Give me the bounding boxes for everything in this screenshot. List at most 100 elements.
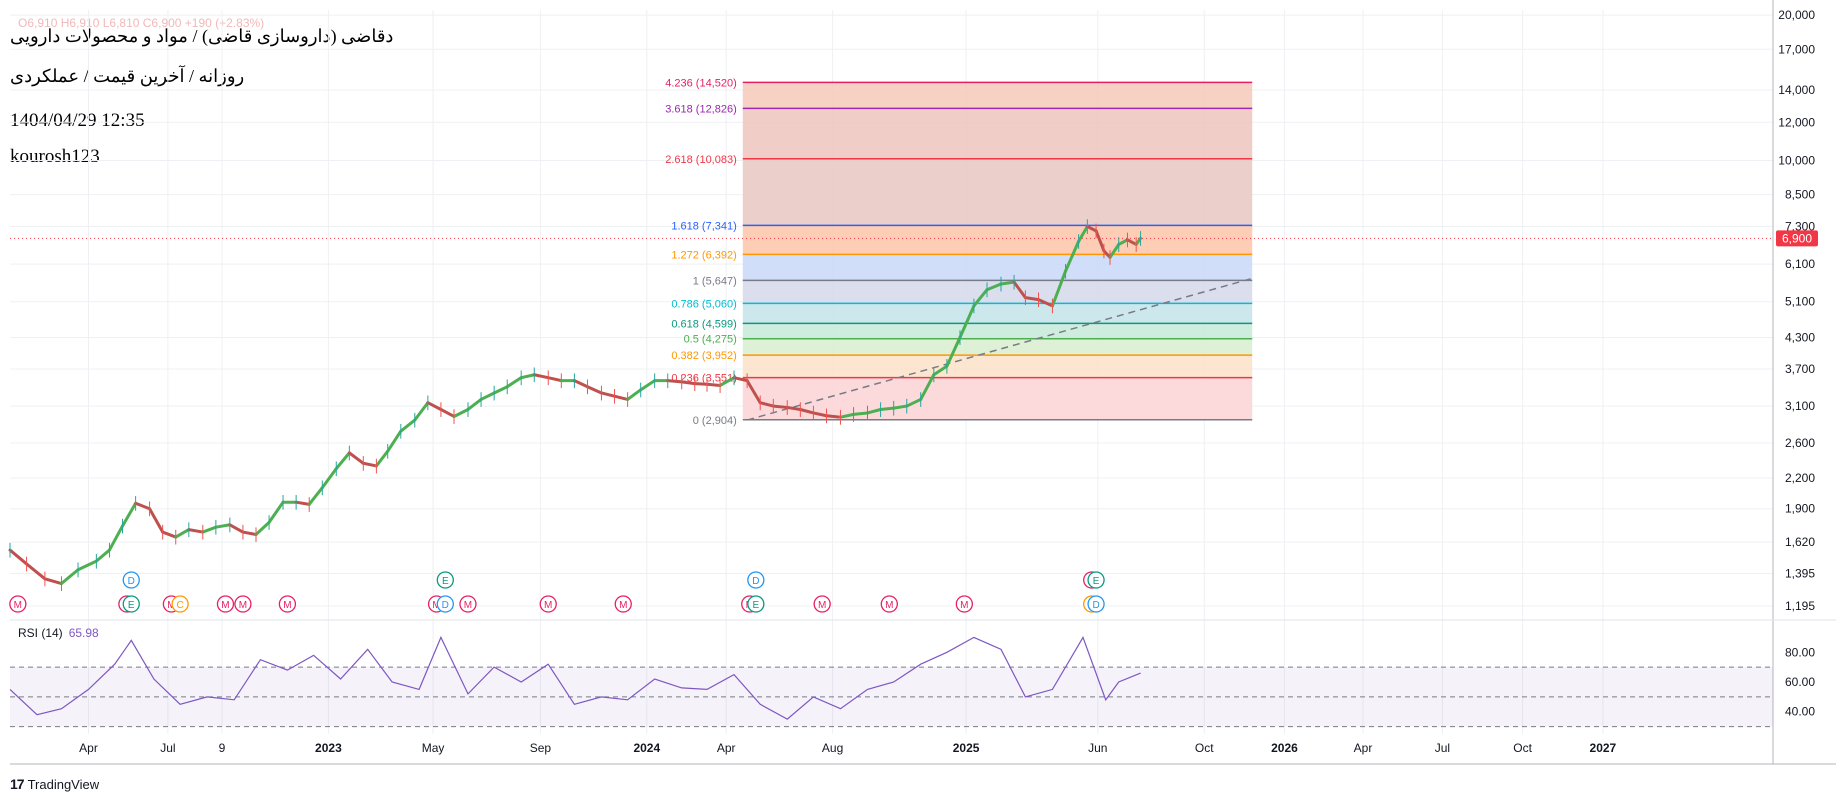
fib-label-0.5: 0.5 (4,275) — [684, 334, 737, 346]
price-segment — [626, 388, 643, 401]
price-segment — [879, 406, 896, 411]
price-segment — [214, 523, 232, 529]
event-marker-letter: E — [442, 576, 449, 587]
time-tick-label: Apr — [1354, 741, 1373, 755]
event-marker-letter: D — [1092, 600, 1099, 611]
price-segment — [59, 568, 80, 586]
rsi-legend: RSI (14) 65.98 — [18, 626, 99, 640]
price-segment — [1023, 296, 1040, 302]
price-tick-label: 10,000 — [1778, 154, 1815, 168]
price-tick-label: 1,900 — [1785, 502, 1815, 516]
price-segment — [532, 373, 550, 380]
price-segment — [452, 407, 470, 418]
price-segment — [134, 501, 152, 511]
rsi-legend-value: 65.98 — [68, 626, 99, 640]
price-tick-label: 14,000 — [1778, 83, 1815, 97]
price-segment — [399, 418, 417, 433]
time-tick-label: Jul — [160, 741, 175, 755]
price-segment — [466, 397, 483, 411]
time-tick-label: Jul — [1435, 741, 1450, 755]
time-tick-label: Oct — [1195, 741, 1214, 755]
event-marker-letter: M — [544, 600, 552, 611]
tradingview-logo[interactable]: 17 TradingView — [10, 776, 99, 792]
fib-zone — [742, 158, 1253, 226]
price-tick-label: 2,600 — [1785, 436, 1815, 450]
price-tick-label: 3,700 — [1785, 362, 1815, 376]
price-segment — [187, 528, 205, 534]
price-segment — [374, 449, 390, 468]
time-tick-label: Jun — [1088, 741, 1107, 755]
time-tick-label: 9 — [219, 741, 226, 755]
price-segment — [852, 411, 870, 416]
price-tick-label: 5,100 — [1785, 295, 1815, 309]
price-segment — [294, 500, 311, 506]
price-tick-label: 17,000 — [1778, 42, 1815, 56]
price-segment — [121, 501, 138, 528]
price-segment — [148, 507, 165, 534]
price-tick-label: 12,000 — [1778, 115, 1815, 129]
price-segment — [546, 376, 563, 383]
price-segment — [267, 500, 285, 524]
fib-label-1.618: 1.618 (7,341) — [671, 220, 736, 232]
rsi-tick-label: 60.00 — [1785, 675, 1815, 689]
event-marker-letter: M — [818, 600, 826, 611]
price-segment — [771, 404, 789, 409]
price-segment — [25, 562, 47, 581]
time-tick-label: May — [422, 741, 445, 755]
last-price-label: 6,900 — [1782, 231, 1812, 245]
price-segment — [585, 385, 603, 395]
price-segment — [241, 530, 258, 537]
event-marker-letter: M — [619, 600, 627, 611]
price-segment — [505, 376, 523, 389]
time-tick-label: Aug — [822, 741, 843, 755]
fib-zone — [742, 254, 1253, 281]
fib-label-0: 0 (2,904) — [693, 415, 737, 427]
price-segment — [439, 407, 456, 418]
fib-zone — [742, 355, 1253, 378]
price-tick-label: 1,195 — [1785, 599, 1815, 613]
event-marker-letter: M — [464, 600, 472, 611]
price-segment — [693, 382, 709, 386]
price-segment — [705, 382, 722, 387]
price-segment — [613, 394, 630, 401]
fib-label-1: 1 (5,647) — [693, 275, 737, 287]
event-marker-letter: E — [128, 600, 135, 611]
price-segment — [43, 577, 63, 586]
event-marker-letter: E — [753, 600, 760, 611]
price-segment — [174, 528, 191, 539]
price-segment — [107, 524, 125, 552]
time-tick-label: 2023 — [315, 741, 342, 755]
fib-zone — [742, 82, 1253, 109]
price-segment — [999, 280, 1016, 286]
event-marker-letter: M — [960, 600, 968, 611]
fib-zone — [742, 338, 1253, 356]
event-marker-letter: M — [283, 600, 291, 611]
time-tick-label: 2026 — [1271, 741, 1298, 755]
tradingview-logo-text: TradingView — [27, 776, 100, 792]
time-tick-label: Oct — [1513, 741, 1532, 755]
fib-zone — [742, 108, 1253, 159]
fib-label-1.272: 1.272 (6,392) — [671, 249, 736, 261]
time-tick-label: Sep — [530, 741, 552, 755]
price-tick-label: 1,620 — [1785, 535, 1815, 549]
price-segment — [639, 379, 657, 392]
price-segment — [8, 548, 29, 566]
event-marker-letter: M — [239, 600, 247, 611]
event-marker-letter: C — [176, 600, 183, 611]
fib-label-0.382: 0.382 (3,952) — [671, 350, 736, 362]
time-tick-label: 2025 — [953, 741, 980, 755]
price-segment — [572, 379, 589, 389]
price-segment — [479, 391, 496, 401]
price-tick-label: 6,100 — [1785, 257, 1815, 271]
event-marker-letter: D — [752, 576, 759, 587]
event-marker-letter: D — [128, 576, 135, 587]
time-tick-label: Apr — [717, 741, 736, 755]
time-tick-label: Apr — [79, 741, 98, 755]
chart-canvas[interactable]: 4.236 (14,520) 3.618 (12,826) 2.618 (10,08… — [0, 0, 1836, 801]
price-segment — [680, 380, 697, 386]
price-tick-label: 4,300 — [1785, 330, 1815, 344]
price-segment — [413, 401, 430, 422]
price-tick-label: 2,200 — [1785, 471, 1815, 485]
fib-label-0.618: 0.618 (4,599) — [671, 318, 736, 330]
price-segment — [76, 559, 98, 572]
